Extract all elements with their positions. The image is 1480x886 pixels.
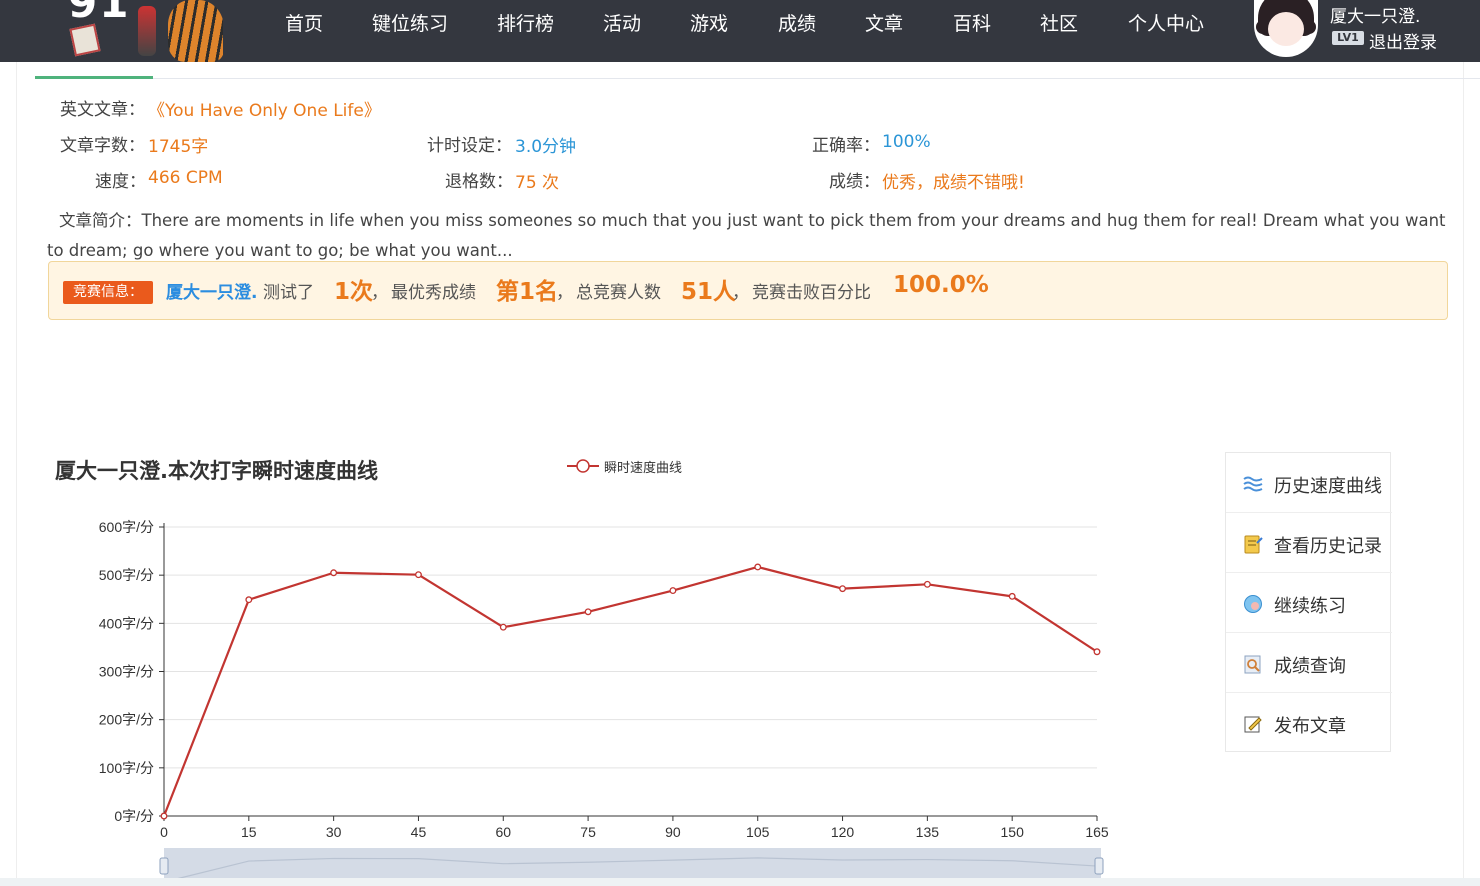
- nav-link-activities[interactable]: 活动: [603, 9, 641, 36]
- y-tick-label: 0字/分: [114, 808, 154, 824]
- side-item-score-query[interactable]: 成绩查询: [1226, 633, 1392, 693]
- site-logo[interactable]: 91: [58, 0, 223, 62]
- user-name[interactable]: 厦大一只澄.: [1330, 2, 1420, 27]
- level-badge: LV1: [1332, 31, 1364, 45]
- y-tick-label: 400字/分: [99, 615, 154, 631]
- y-tick-label: 300字/分: [99, 664, 154, 680]
- side-item-continue-practice[interactable]: 继续练习: [1226, 573, 1392, 633]
- nav-link-leaderboard[interactable]: 排行榜: [497, 9, 554, 36]
- x-tick-label: 60: [495, 824, 511, 840]
- x-tick-label: 30: [326, 824, 342, 840]
- data-point: [669, 587, 677, 595]
- data-point: [330, 569, 338, 577]
- history-record-icon: [1244, 535, 1263, 554]
- speed-curve-icon: [1243, 476, 1263, 492]
- nav-link-scores[interactable]: 成绩: [778, 9, 816, 36]
- nav-link-home[interactable]: 首页: [285, 9, 323, 36]
- data-point: [754, 563, 762, 571]
- nav-link-key-practice[interactable]: 键位练习: [372, 9, 448, 36]
- side-item-label: 发布文章: [1274, 716, 1346, 737]
- avatar[interactable]: [1254, 0, 1318, 57]
- nav-link-community[interactable]: 社区: [1040, 9, 1078, 36]
- y-tick-label: 200字/分: [99, 712, 154, 728]
- side-item-label: 查看历史记录: [1274, 536, 1382, 557]
- side-item-label: 成绩查询: [1274, 656, 1346, 677]
- side-item-publish-article[interactable]: 发布文章: [1226, 693, 1392, 753]
- series-line: [162, 565, 1098, 817]
- y-tick-label: 500字/分: [99, 567, 154, 583]
- data-point: [245, 596, 253, 604]
- x-tick-label: 120: [831, 824, 855, 840]
- result-card: 英文文章： 《You Have Only One Life》 文章字数： 174…: [16, 62, 1480, 886]
- publish-article-icon: [1244, 716, 1262, 733]
- side-item-label: 继续练习: [1274, 596, 1346, 617]
- x-tick-label: 135: [916, 824, 940, 840]
- data-point: [1093, 648, 1101, 656]
- side-menu: 历史速度曲线 查看历史记录 继续练习 成绩查询 发布文章: [1225, 452, 1392, 753]
- data-point: [499, 623, 507, 631]
- score-query-icon: [1244, 655, 1261, 674]
- data-point: [160, 812, 168, 820]
- nav-link-wiki[interactable]: 百科: [953, 9, 991, 36]
- side-item-view-history[interactable]: 查看历史记录: [1226, 513, 1392, 573]
- data-point: [839, 585, 846, 593]
- x-tick-label: 45: [411, 824, 427, 840]
- x-tick-label: 15: [241, 824, 257, 840]
- data-point: [1008, 592, 1016, 600]
- nav-link-profile[interactable]: 个人中心: [1128, 9, 1204, 36]
- x-tick-label: 75: [580, 824, 596, 840]
- x-tick-label: 90: [665, 824, 681, 840]
- top-navigation-bar: 91 首页 键位练习 排行榜 活动 游戏 成绩 文章 百科 社区 个人中心 厦大…: [0, 0, 1480, 62]
- y-tick-label: 600字/分: [99, 519, 154, 535]
- zoom-slider-track: [164, 848, 1101, 882]
- nav-link-games[interactable]: 游戏: [690, 9, 728, 36]
- zoom-handle-right: [1094, 857, 1104, 875]
- x-tick-label: 105: [746, 824, 770, 840]
- nav-link-articles[interactable]: 文章: [865, 9, 903, 36]
- page-bottom-strip: [0, 878, 1480, 886]
- y-tick-label: 100字/分: [99, 760, 154, 776]
- logout-link[interactable]: 退出登录: [1369, 28, 1437, 53]
- x-tick-label: 165: [1085, 824, 1109, 840]
- data-point: [415, 571, 422, 579]
- data-point: [923, 580, 931, 588]
- zoom-handle-left: [159, 857, 169, 875]
- continue-practice-icon: [1244, 595, 1262, 613]
- x-tick-label: 150: [1001, 824, 1025, 840]
- side-item-history-speed-curve[interactable]: 历史速度曲线: [1226, 453, 1392, 513]
- side-item-label: 历史速度曲线: [1274, 476, 1382, 497]
- speed-line-chart: 0字/分 100字/分 200字/分 300字/分 400字/分 500字/分 600字/分…: [99, 519, 1109, 883]
- data-point: [584, 608, 592, 616]
- x-tick-label: 0: [160, 824, 168, 840]
